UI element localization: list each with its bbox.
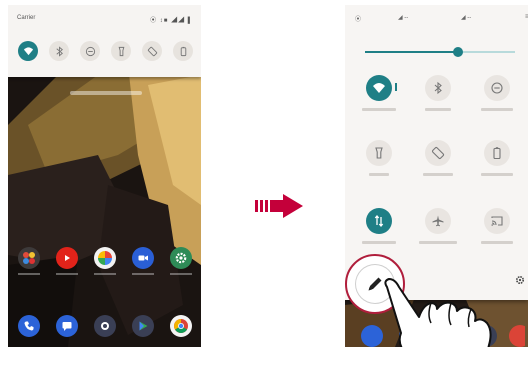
flashlight-icon [118, 46, 124, 56]
apps-folder-icon[interactable] [18, 247, 40, 269]
battery-saver-icon [180, 46, 186, 56]
quick-tile-flashlight[interactable] [111, 41, 131, 61]
quick-settings-compact[interactable]: Carrier ⦿ ↕■ ◢◢ ▌ [8, 5, 201, 77]
quick-tile-auto-rotate[interactable] [142, 41, 162, 61]
pointing-hand-icon [384, 278, 492, 347]
wifi-icon [373, 83, 385, 93]
tile-label [481, 108, 513, 111]
quick-tile-wifi[interactable] [18, 41, 38, 61]
tile-label [481, 241, 513, 244]
quick-tiles-row [16, 41, 194, 63]
tile-label [369, 173, 389, 176]
tile-cast[interactable] [484, 208, 510, 234]
status-item: ⦿ [355, 17, 362, 23]
dock [18, 315, 192, 341]
status-carrier: Carrier [17, 15, 36, 21]
tile-label [425, 108, 451, 111]
status-bar: ⦿ ◢ -- ◢ -- ≡ [353, 14, 528, 24]
cast-icon [491, 216, 503, 226]
tile-label [362, 108, 396, 111]
brightness-fill [365, 51, 458, 53]
app-label [132, 273, 154, 275]
do-not-disturb-icon [491, 82, 503, 94]
tile-label [481, 173, 513, 176]
tile-label [419, 241, 457, 244]
notification-text [70, 91, 142, 95]
wifi-icon [23, 46, 33, 55]
status-bar: Carrier ⦿ ↕■ ◢◢ ▌ [17, 15, 193, 24]
bluetooth-icon [434, 81, 442, 95]
app-label [94, 273, 116, 275]
quick-tile-battery-saver[interactable] [173, 41, 193, 61]
youtube-icon[interactable] [56, 247, 78, 269]
duo-icon[interactable] [132, 247, 154, 269]
status-item: ◢ -- [398, 15, 409, 21]
auto-rotate-icon [147, 46, 157, 56]
bluetooth-icon [55, 45, 63, 57]
mobile-data-icon [374, 214, 384, 228]
camera-icon[interactable] [94, 315, 116, 337]
do-not-disturb-icon [85, 46, 95, 56]
tile-do-not-disturb[interactable] [484, 75, 510, 101]
app-label [56, 273, 78, 275]
airplane-mode-icon [432, 215, 444, 227]
play-store-icon[interactable] [132, 315, 154, 337]
brightness-slider[interactable] [365, 51, 515, 53]
tile-label [362, 241, 396, 244]
tile-airplane-mode[interactable] [425, 208, 451, 234]
chrome-icon[interactable] [170, 315, 192, 337]
battery-saver-icon [493, 147, 501, 160]
tile-wifi[interactable] [366, 75, 392, 101]
status-item: ◢ -- [461, 15, 472, 21]
tile-flashlight[interactable] [366, 140, 392, 166]
auto-rotate-icon [431, 146, 445, 160]
flashlight-icon [375, 147, 383, 159]
app-label [18, 273, 40, 275]
status-icons: ⦿ ↕■ ◢◢ ▌ [150, 18, 193, 24]
tile-auto-rotate[interactable] [425, 140, 451, 166]
messages-icon[interactable] [56, 315, 78, 337]
transition-arrow-icon [255, 194, 303, 218]
phone-before: Carrier ⦿ ↕■ ◢◢ ▌ [8, 5, 201, 347]
photos-icon[interactable] [94, 247, 116, 269]
quick-tile-bluetooth[interactable] [49, 41, 69, 61]
brightness-thumb[interactable] [453, 47, 463, 57]
app-label [170, 273, 192, 275]
tile-bluetooth[interactable] [425, 75, 451, 101]
tile-mobile-data[interactable] [366, 208, 392, 234]
wifi-signal-indicator [395, 83, 397, 91]
quick-tile-do-not-disturb[interactable] [80, 41, 100, 61]
home-app-row [18, 247, 192, 275]
phone-after: ⦿ ◢ -- ◢ -- ≡ [345, 5, 528, 347]
settings-icon[interactable] [170, 247, 192, 269]
tile-battery-saver[interactable] [484, 140, 510, 166]
phone-icon[interactable] [18, 315, 40, 337]
tile-label [423, 173, 453, 176]
